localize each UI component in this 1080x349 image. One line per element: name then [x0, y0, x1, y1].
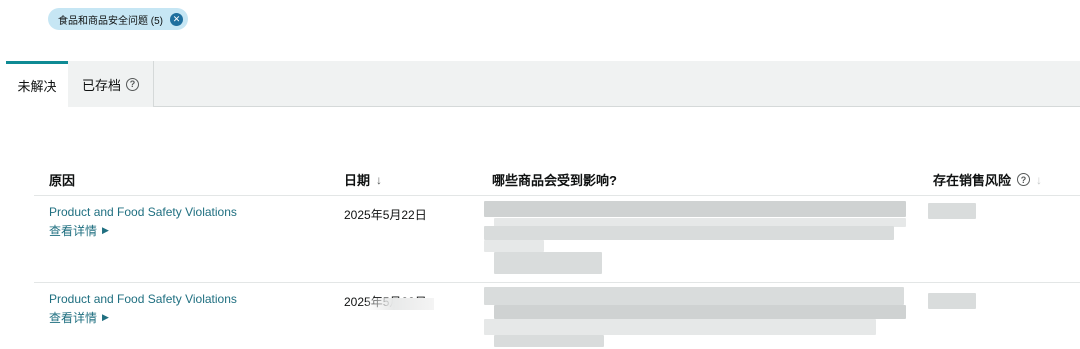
tab-archived-label: 已存档 [81, 77, 121, 93]
triangle-right-icon: ▶ [102, 225, 109, 235]
tab-bar: 未解决 已存档 ? [6, 61, 1080, 107]
date-cell: 2025年5月22日 [344, 208, 427, 222]
blurred-risk-cell [928, 293, 976, 309]
tab-unresolved-label: 未解决 [17, 79, 57, 94]
column-header-affected-label: 哪些商品会受到影响? [492, 173, 617, 188]
header-divider [34, 195, 1080, 196]
triangle-right-icon: ▶ [102, 312, 109, 322]
column-header-affected: 哪些商品会受到影响? [492, 170, 617, 189]
view-details-label: 查看详情 [49, 224, 98, 238]
view-details-label: 查看详情 [49, 311, 98, 325]
sort-down-icon[interactable]: ↓ [376, 173, 382, 187]
column-header-reason: 原因 [49, 170, 75, 189]
reason-link[interactable]: Product and Food Safety Violations [49, 292, 237, 306]
tab-archived[interactable]: 已存档 ? [68, 61, 154, 107]
column-header-reason-label: 原因 [49, 173, 76, 188]
page-root: 食品和商品安全问题 (5) ✕ 未解决 已存档 ? 原因 日期 ↓ 哪些商品会受… [0, 0, 1080, 349]
help-icon[interactable]: ? [126, 77, 139, 91]
column-header-date-label: 日期 [344, 173, 371, 188]
sort-down-icon[interactable]: ↓ [1036, 173, 1042, 187]
tab-unresolved[interactable]: 未解决 [6, 61, 68, 107]
filter-chip[interactable]: 食品和商品安全问题 (5) ✕ [48, 8, 188, 30]
row-divider [34, 282, 1080, 283]
blurred-risk-cell [928, 203, 976, 219]
blurred-date-mask [366, 298, 434, 310]
view-details-link[interactable]: 查看详情 ▶ [49, 222, 109, 239]
column-header-risk[interactable]: 存在销售风险 ? ↓ [933, 170, 1042, 189]
filter-chip-label: 食品和商品安全问题 (5) [58, 15, 163, 27]
help-icon[interactable]: ? [1017, 173, 1031, 186]
column-header-date[interactable]: 日期 ↓ [344, 170, 382, 189]
close-icon[interactable]: ✕ [170, 12, 183, 26]
reason-link[interactable]: Product and Food Safety Violations [49, 205, 237, 219]
view-details-link[interactable]: 查看详情 ▶ [49, 309, 109, 326]
column-header-risk-label: 存在销售风险 [933, 173, 1012, 188]
